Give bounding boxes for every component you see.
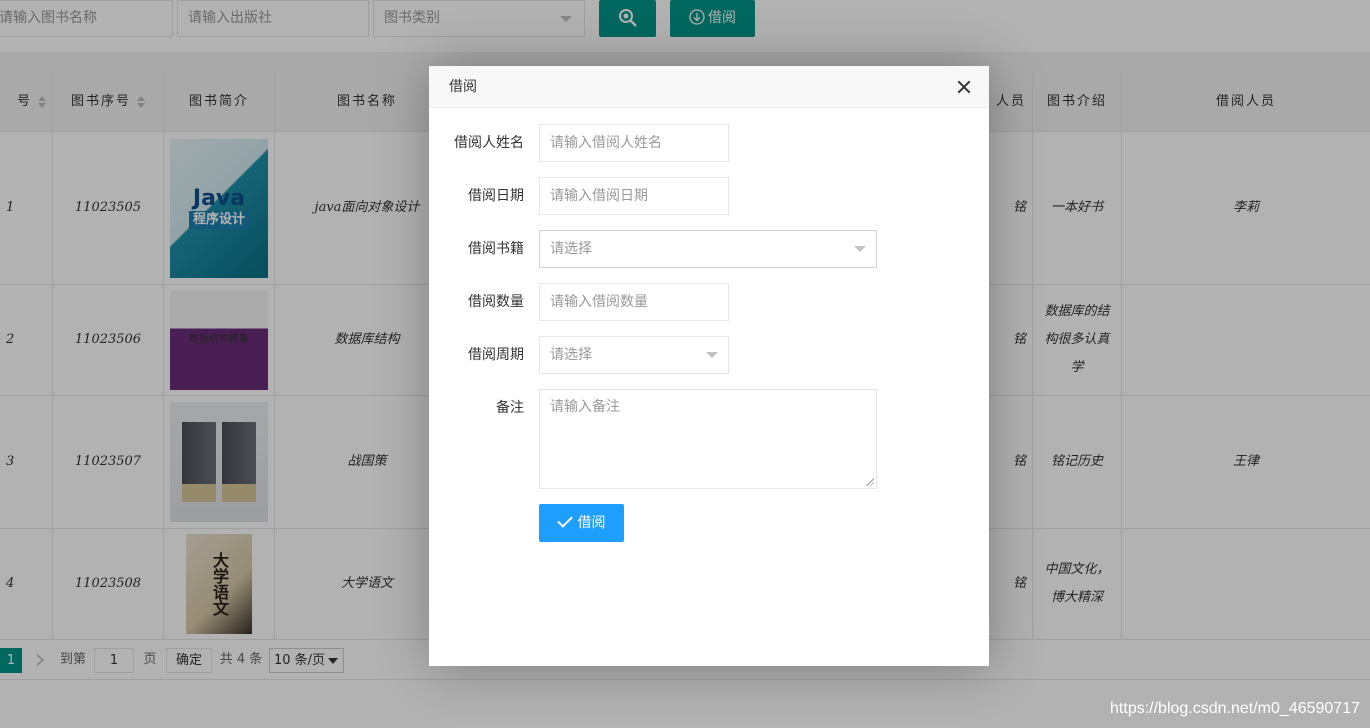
period-select[interactable]: 请选择 xyxy=(539,336,729,374)
period-select-value: 请选择 xyxy=(550,347,592,363)
borrower-name-input[interactable]: 请输入借阅人姓名 xyxy=(539,124,729,162)
borrow-date-label: 借阅日期 xyxy=(468,188,524,204)
borrow-submit-button[interactable]: 借阅 xyxy=(539,504,624,542)
borrow-dialog: 借阅 借阅人姓名 请输入借阅人姓名 借阅日期 请输入借阅日期 借阅书籍 请选择 … xyxy=(429,66,989,666)
resize-handle-icon[interactable] xyxy=(866,478,874,486)
borrow-submit-label: 借阅 xyxy=(577,515,606,531)
period-label: 借阅周期 xyxy=(468,347,524,363)
close-icon[interactable] xyxy=(957,80,971,94)
watermark-text: https://blog.csdn.net/m0_46590717 xyxy=(1110,700,1360,717)
book-select-value: 请选择 xyxy=(550,241,592,257)
quantity-label: 借阅数量 xyxy=(468,294,524,310)
remark-placeholder: 请输入备注 xyxy=(550,399,620,415)
dialog-title: 借阅 xyxy=(449,79,477,95)
remark-textarea[interactable]: 请输入备注 xyxy=(539,389,877,489)
remark-label: 备注 xyxy=(496,400,524,416)
quantity-input[interactable]: 请输入借阅数量 xyxy=(539,283,729,321)
borrow-date-input[interactable]: 请输入借阅日期 xyxy=(539,177,729,215)
book-select-label: 借阅书籍 xyxy=(468,241,524,257)
chevron-down-icon xyxy=(706,352,718,358)
dialog-header: 借阅 xyxy=(429,66,989,108)
borrower-name-label: 借阅人姓名 xyxy=(454,135,524,151)
check-icon xyxy=(556,512,573,528)
chevron-down-icon xyxy=(854,246,866,252)
book-select[interactable]: 请选择 xyxy=(539,230,877,268)
